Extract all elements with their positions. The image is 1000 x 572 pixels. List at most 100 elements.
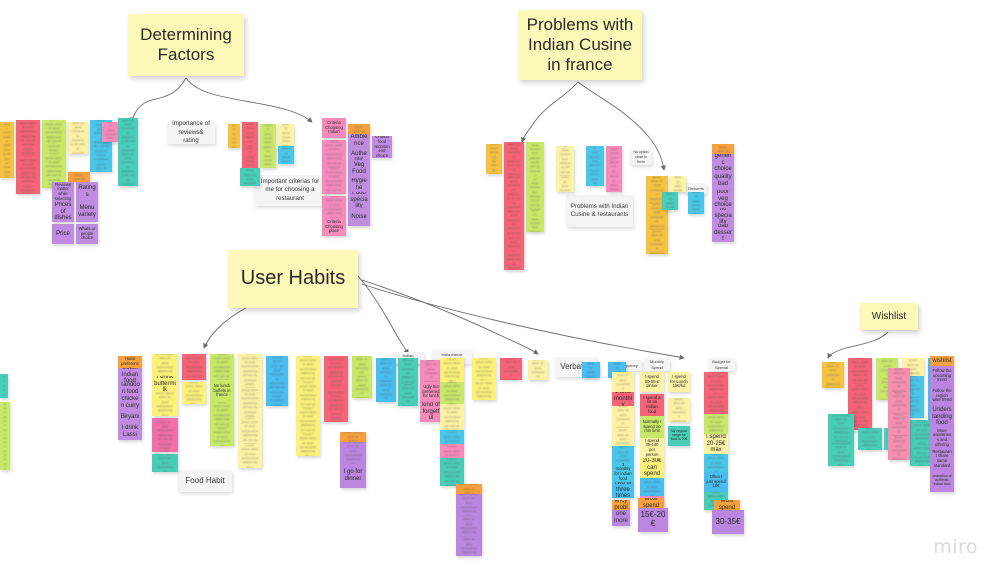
sticky-note[interactable]: Lorem ipsum dolor sit amet consectetur a… xyxy=(16,120,40,156)
sticky-note[interactable]: Ratings xyxy=(76,182,98,202)
sticky-note[interactable]: frequency problem xyxy=(612,500,630,510)
sticky-note[interactable]: 1 time monthly xyxy=(612,392,634,406)
sticky-note[interactable]: Lorem ipsum dolor sit amet consectetur a… xyxy=(42,120,66,154)
sticky-note[interactable]: Lorem ipsum dolor sit amet consectetur a… xyxy=(0,402,10,436)
sticky-note[interactable]: Lorem ipsum dolor sit amet consectetur a… xyxy=(556,146,574,176)
sticky-note[interactable]: Lorem ipsum dolor sit amet consectetur a… xyxy=(662,192,678,210)
sticky-note[interactable]: My regular range for food is 70€ xyxy=(668,426,690,446)
sticky-note[interactable]: Lorem ipsum dolor sit amet consectetur a… xyxy=(322,140,346,168)
sticky-note[interactable]: Lorem ipsum dolor sit amet consectetur a… xyxy=(152,392,178,416)
sticky-note[interactable]: Lorem ipsum dolor sit amet consectetur a… xyxy=(296,382,320,408)
sticky-note[interactable]: I spend 35-100 per person xyxy=(640,438,664,458)
sticky-note[interactable]: Lorem ipsum dolor sit amet consectetur a… xyxy=(376,382,396,402)
sticky-note[interactable]: Lorem ipsum dolor sit amet consectetur a… xyxy=(324,356,348,388)
sticky-note[interactable]: Lorem ipsum dolor sit amet consectetur a… xyxy=(118,152,138,186)
sticky-note[interactable]: Prices of dishes xyxy=(52,202,74,222)
sticky-note[interactable]: wishlist xyxy=(930,356,954,366)
sticky-note[interactable]: Criteria Choosing place xyxy=(322,218,346,236)
sticky-note[interactable]: Lorem ipsum dolor sit amet consectetur a… xyxy=(340,442,366,464)
sticky-note[interactable]: Lorem ipsum dolor sit amet c xyxy=(90,160,112,172)
sticky-note[interactable]: Lorem ipsum dolor sit amet consectetur a… xyxy=(152,418,178,452)
sticky-note[interactable]: chicken curry xyxy=(118,396,142,410)
sticky-note[interactable]: Lorem ipsum dolor sit amet consectetur a… xyxy=(888,368,910,392)
sticky-note[interactable]: Lorem ipsum dolor sit amet consectetur a… xyxy=(266,356,288,406)
sticky-note[interactable]: Veg Food xyxy=(348,160,370,178)
sticky-note[interactable]: Lorem ipsum dolor sit amet consectetur a… xyxy=(612,406,634,428)
sticky-note[interactable]: Lorem ipsum dolor sit amet consectetur a… xyxy=(152,354,178,376)
sticky-note[interactable]: Lorem ipsum dolor sit amet c xyxy=(440,430,464,444)
sticky-note[interactable]: Lorem ipsum dolor sit amet consectetur a… xyxy=(704,372,728,394)
sticky-note[interactable]: More awareness and offering xyxy=(930,428,954,448)
sticky-note[interactable]: Understanding food xyxy=(930,406,954,428)
sticky-note[interactable]: Lorem ipsum dolor sit amet consectetur a… xyxy=(582,362,600,378)
caption-budget-special[interactable]: Budget for Special xyxy=(708,358,735,371)
sticky-note[interactable]: Noise xyxy=(348,208,370,226)
sticky-note[interactable]: Lorem ipsum dolor sit amet consectetur a… xyxy=(526,178,544,210)
sticky-note[interactable]: generic choice xyxy=(712,154,734,172)
sticky-note[interactable]: Most spend xyxy=(714,500,740,510)
sticky-note[interactable]: one more xyxy=(612,510,630,526)
sticky-note[interactable]: Lorem ipsum dolor sit amet consectetur a… xyxy=(606,174,622,192)
sticky-note[interactable]: Lorem ipsum dolor sit amet consectetur a… xyxy=(828,442,854,466)
title-note-user-habits[interactable]: User Habits xyxy=(228,250,358,308)
sticky-note[interactable]: Lorem ipsum dolor sit amet consectetur a… xyxy=(296,408,320,434)
sticky-note[interactable]: Lorem ipsum dolor sit amet consectetur a… xyxy=(238,444,262,468)
sticky-note[interactable]: Lorem ipsum dolor sit amet consectetur a… xyxy=(504,142,524,176)
sticky-note[interactable]: I spend 20-25€ max xyxy=(704,434,728,454)
sticky-note[interactable]: Lorem ipsum dolor sit amet c xyxy=(456,484,482,494)
sticky-note[interactable]: Price xyxy=(52,224,74,244)
sticky-note[interactable]: Lorem ipsum dolor sit amet consectetur a… xyxy=(182,382,206,404)
sticky-note[interactable]: Lorem ipsum dolor sit amet consectetur a… xyxy=(0,436,10,470)
sticky-note[interactable]: Lorem ipsum dolor sit amet consectetur a… xyxy=(486,144,502,174)
sticky-note[interactable]: South Indian food xyxy=(118,368,142,382)
sticky-note[interactable]: Lorem ipsum dolor sit amet c xyxy=(712,144,734,154)
sticky-note[interactable]: Lorem ipsum dolor sit amet consectetur a… xyxy=(556,176,574,192)
sticky-note[interactable]: I spend for Lunch 15€/hd xyxy=(668,372,690,392)
sticky-note[interactable]: Lorem ipsum dolor sit amet consectetur a… xyxy=(668,398,690,422)
sticky-note[interactable]: Lorem ipsum dolor sit amet consectetur a… xyxy=(828,414,854,442)
sticky-note[interactable]: Lorem ipsum dolor sit amet consectetur a… xyxy=(456,536,482,556)
sticky-note[interactable]: promotion of authentic Indian food xyxy=(930,470,954,492)
sticky-note[interactable]: Lorem ipsum dolor sit amet consectetur a… xyxy=(324,388,348,422)
sticky-note[interactable]: Lorem ipsum dolor sit amet consectetur a… xyxy=(526,210,544,232)
sticky-note[interactable]: Lorem ipsum dolor sit amet consectetur a… xyxy=(606,146,622,174)
sticky-note[interactable]: Hygiene xyxy=(348,178,370,192)
sticky-note[interactable]: Lorem ipsum dolor sit amet consectetur a… xyxy=(456,494,482,516)
sticky-note[interactable]: Lorem ipsum dolor sit amet c xyxy=(68,172,90,182)
sticky-note[interactable]: Lorem ipsum dolor sit amet consectetur a… xyxy=(210,354,234,380)
sticky-note[interactable]: Lorem ipsum dolor sit amet consectetur a… xyxy=(472,380,496,400)
sticky-note[interactable]: Normally I spend no min limit xyxy=(640,416,664,438)
sticky-note[interactable]: Lorem ipsum dolor sit amet consectetur a… xyxy=(612,428,634,446)
sticky-note[interactable]: Two or three times xyxy=(612,482,634,498)
sticky-note[interactable]: Lorem ipsum dolor sit amet consectetur a… xyxy=(376,358,396,382)
sticky-note[interactable]: Lorem ipsum dolor sit amet consectetur a… xyxy=(670,176,686,192)
sticky-note[interactable]: Lorem ipsum dolor sit amet consectetur a… xyxy=(640,478,664,496)
sticky-note[interactable]: Often I just spend 10€ xyxy=(704,472,728,492)
caption-importance-reviews[interactable]: Importance of reviews& rating xyxy=(167,120,215,144)
miro-board-canvas[interactable]: Determining Factors Problems with Indian… xyxy=(0,0,1000,572)
sticky-note[interactable]: Lorem ipsum dolor sit amet consectetur a… xyxy=(858,428,882,450)
sticky-note[interactable]: Lorem ipsum dolor sit amet consectetur a… xyxy=(586,146,604,172)
sticky-note[interactable]: Tandoori food xyxy=(118,382,142,396)
sticky-note[interactable]: Lorem ipsum dolor sit amet consectetur a… xyxy=(352,356,372,376)
sticky-note[interactable]: Whats ur people choice xyxy=(76,224,98,244)
sticky-note[interactable]: Criteria Choosing Indian xyxy=(322,118,346,138)
sticky-note[interactable]: Food speciality xyxy=(348,192,370,208)
sticky-note[interactable]: Criteria food recommend choice xyxy=(372,136,392,158)
sticky-note[interactable]: Lorem ipsum dolor sit amet consectetur a… xyxy=(526,142,544,178)
sticky-note[interactable]: Lorem ipsum dolor sit amet consectetur a… xyxy=(240,168,260,186)
caption-problems-indian-restaurants[interactable]: Problems with Indian Cusine & restaurant… xyxy=(566,195,633,227)
sticky-note[interactable]: Ugly but preferred for lunch xyxy=(420,382,442,402)
sticky-note[interactable]: Lorem ipsum dolor sit amet consectetur a… xyxy=(612,372,634,392)
sticky-note[interactable]: Lorem ipsum dolor sit amet consectetur a… xyxy=(296,434,320,456)
sticky-note[interactable]: Lorem ipsum dolor sit amet consectetur a… xyxy=(238,388,262,418)
sticky-note[interactable]: I go for dinner xyxy=(340,464,366,488)
caption-food-habit[interactable]: Food Habit xyxy=(178,470,232,492)
sticky-note[interactable]: Lorem ipsum dolor sit amet consectetur a… xyxy=(398,384,418,406)
sticky-note[interactable]: Lorem ipsum dolor sit amet consectetur a… xyxy=(500,358,522,380)
sticky-note[interactable]: 30-35€ xyxy=(712,510,744,534)
sticky-note[interactable]: I drink Lassi xyxy=(118,424,142,440)
sticky-note[interactable]: Lorem ipsum dolor sit amet consectetur a… xyxy=(238,418,262,444)
sticky-note[interactable]: Lorem ipsum dolor sit amet consectetur a… xyxy=(278,124,294,146)
sticky-note[interactable]: Lorem ipsum dolor sit amet consectetur a… xyxy=(688,192,704,214)
